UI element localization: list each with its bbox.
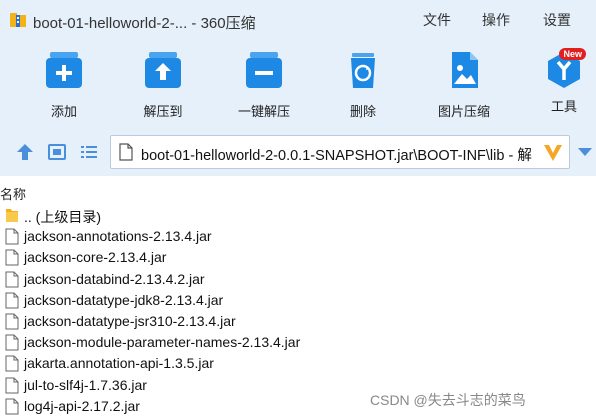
file-name: jul-to-slf4j-1.7.36.jar bbox=[24, 376, 147, 393]
chevron-down-icon[interactable] bbox=[578, 148, 592, 156]
file-icon bbox=[119, 143, 133, 161]
v-logo-icon bbox=[544, 145, 562, 161]
list-item-parent[interactable]: .. (上级目录) bbox=[0, 205, 596, 226]
file-name: .. (上级目录) bbox=[24, 209, 101, 225]
add-icon bbox=[46, 52, 82, 88]
file-icon bbox=[5, 292, 19, 309]
folder-icon bbox=[6, 209, 18, 222]
path-field[interactable]: boot-01-helloworld-2-0.0.1-SNAPSHOT.jar\… bbox=[110, 135, 570, 169]
file-name: jackson-datatype-jdk8-2.13.4.jar bbox=[24, 291, 224, 308]
thumbnail-view-icon[interactable] bbox=[47, 142, 67, 162]
list-item[interactable]: jackson-datatype-jsr310-2.13.4.jar bbox=[0, 311, 596, 332]
one-click-extract-label: 一键解压 bbox=[237, 104, 290, 119]
one-click-extract-button[interactable]: 一键解压 bbox=[224, 50, 304, 120]
file-icon bbox=[5, 228, 19, 245]
list-view-icon[interactable] bbox=[79, 142, 99, 162]
add-button[interactable]: 添加 bbox=[24, 50, 104, 120]
image-compress-button[interactable]: 图片压缩 bbox=[424, 50, 504, 120]
extract-to-button[interactable]: 解压到 bbox=[123, 50, 203, 120]
extract-to-label: 解压到 bbox=[143, 104, 183, 119]
add-label: 添加 bbox=[50, 104, 77, 119]
menu-operations[interactable]: 操作 bbox=[482, 10, 510, 30]
file-name: jakarta.annotation-api-1.3.5.jar bbox=[24, 355, 214, 372]
image-compress-icon bbox=[452, 52, 478, 88]
title-bar: boot-01-helloworld-2-... - 360压缩 文件 操作 设… bbox=[0, 0, 596, 38]
delete-label: 删除 bbox=[349, 104, 376, 119]
file-icon bbox=[5, 398, 19, 415]
watermark: CSDN @失去斗志的菜鸟 bbox=[370, 392, 526, 408]
menu-file[interactable]: 文件 bbox=[423, 10, 451, 30]
file-name: jackson-module-parameter-names-2.13.4.ja… bbox=[24, 334, 301, 351]
new-badge: New bbox=[559, 48, 586, 60]
image-compress-label: 图片压缩 bbox=[437, 104, 490, 119]
toolbar: 添加 解压到 一键解压 删除 图片压缩 New 工具 bbox=[0, 38, 596, 128]
file-name: jackson-core-2.13.4.jar bbox=[24, 249, 167, 266]
file-list: .. (上级目录) jackson-annotations-2.13.4.jar… bbox=[0, 205, 596, 417]
file-name: jackson-databind-2.13.4.2.jar bbox=[24, 270, 205, 287]
list-item[interactable]: jackson-annotations-2.13.4.jar bbox=[0, 226, 596, 247]
list-item[interactable]: jackson-module-parameter-names-2.13.4.ja… bbox=[0, 332, 596, 353]
file-icon bbox=[5, 313, 19, 330]
delete-button[interactable]: 删除 bbox=[323, 50, 403, 120]
file-icon bbox=[5, 271, 19, 288]
one-click-extract-icon bbox=[246, 52, 282, 88]
list-item[interactable]: jackson-datatype-jdk8-2.13.4.jar bbox=[0, 290, 596, 311]
file-name: log4j-api-2.17.2.jar bbox=[24, 397, 140, 414]
file-icon bbox=[5, 355, 19, 372]
menu-settings[interactable]: 设置 bbox=[543, 10, 571, 30]
extract-to-icon bbox=[145, 52, 181, 88]
path-text: boot-01-helloworld-2-0.0.1-SNAPSHOT.jar\… bbox=[141, 148, 532, 164]
up-arrow-icon[interactable] bbox=[15, 142, 35, 162]
file-icon bbox=[5, 249, 19, 266]
column-header-name[interactable]: 名称 bbox=[0, 184, 26, 203]
window-title: boot-01-helloworld-2-... - 360压缩 bbox=[33, 15, 256, 32]
list-item[interactable]: jackson-databind-2.13.4.2.jar bbox=[0, 269, 596, 290]
app-logo-icon bbox=[10, 13, 26, 27]
navigation-bar: boot-01-helloworld-2-0.0.1-SNAPSHOT.jar\… bbox=[0, 128, 596, 176]
file-icon bbox=[5, 377, 19, 393]
file-name: jackson-annotations-2.13.4.jar bbox=[24, 228, 212, 245]
tools-button[interactable]: New 工具 bbox=[524, 48, 596, 115]
recycle-bin-icon bbox=[351, 53, 375, 88]
file-name: jackson-datatype-jsr310-2.13.4.jar bbox=[24, 312, 236, 329]
tools-label: 工具 bbox=[550, 99, 577, 114]
list-item[interactable]: jakarta.annotation-api-1.3.5.jar bbox=[0, 353, 596, 374]
file-icon bbox=[5, 334, 19, 351]
list-item[interactable]: jackson-core-2.13.4.jar bbox=[0, 247, 596, 268]
